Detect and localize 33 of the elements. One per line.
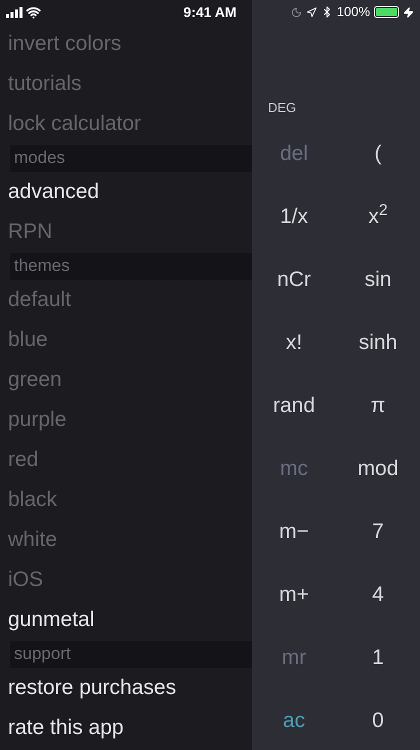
calculator-key[interactable]: nCr	[277, 269, 311, 290]
battery-percent: 100%	[336, 3, 370, 22]
section-header: themes	[10, 252, 252, 280]
charging-icon	[403, 6, 414, 18]
calculator-key[interactable]: ac	[282, 710, 306, 731]
calculator-key[interactable]: m−	[279, 521, 309, 542]
battery-icon	[374, 6, 399, 18]
calculator-key[interactable]: 4	[372, 584, 384, 605]
section-header: modes	[10, 144, 252, 172]
calculator-key[interactable]: π	[370, 395, 386, 416]
menu-item[interactable]: advanced	[8, 176, 100, 208]
calculator-key[interactable]: rand	[272, 395, 316, 416]
calculator-key[interactable]: x!	[286, 332, 302, 353]
location-icon	[306, 6, 317, 18]
calculator-key[interactable]: sinh	[358, 332, 398, 353]
calculator-key[interactable]: 1/x	[280, 206, 308, 227]
wifi-icon	[26, 4, 41, 20]
calculator-key[interactable]: 7	[372, 521, 384, 542]
menu-item[interactable]: gunmetal	[8, 604, 94, 636]
calculator-key[interactable]: 1	[372, 647, 384, 668]
angle-mode-label: DEG	[268, 100, 296, 116]
calculator-key[interactable]: x$^{2}$	[368, 206, 388, 227]
signal-icon	[6, 6, 23, 18]
moon-icon	[290, 6, 302, 18]
calculator-key[interactable]: mod	[358, 458, 398, 479]
calculator-key[interactable]: sin	[364, 269, 392, 290]
section-header: support	[10, 640, 252, 668]
status-time: 9:41 AM	[182, 2, 238, 22]
calculator-key[interactable]: m+	[279, 584, 309, 605]
calculator-key[interactable]: 0	[372, 710, 384, 731]
calculator-key[interactable]: (	[374, 143, 382, 164]
menu-item[interactable]: rate this app	[8, 712, 124, 744]
menu-item[interactable]: restore purchases	[8, 672, 176, 704]
